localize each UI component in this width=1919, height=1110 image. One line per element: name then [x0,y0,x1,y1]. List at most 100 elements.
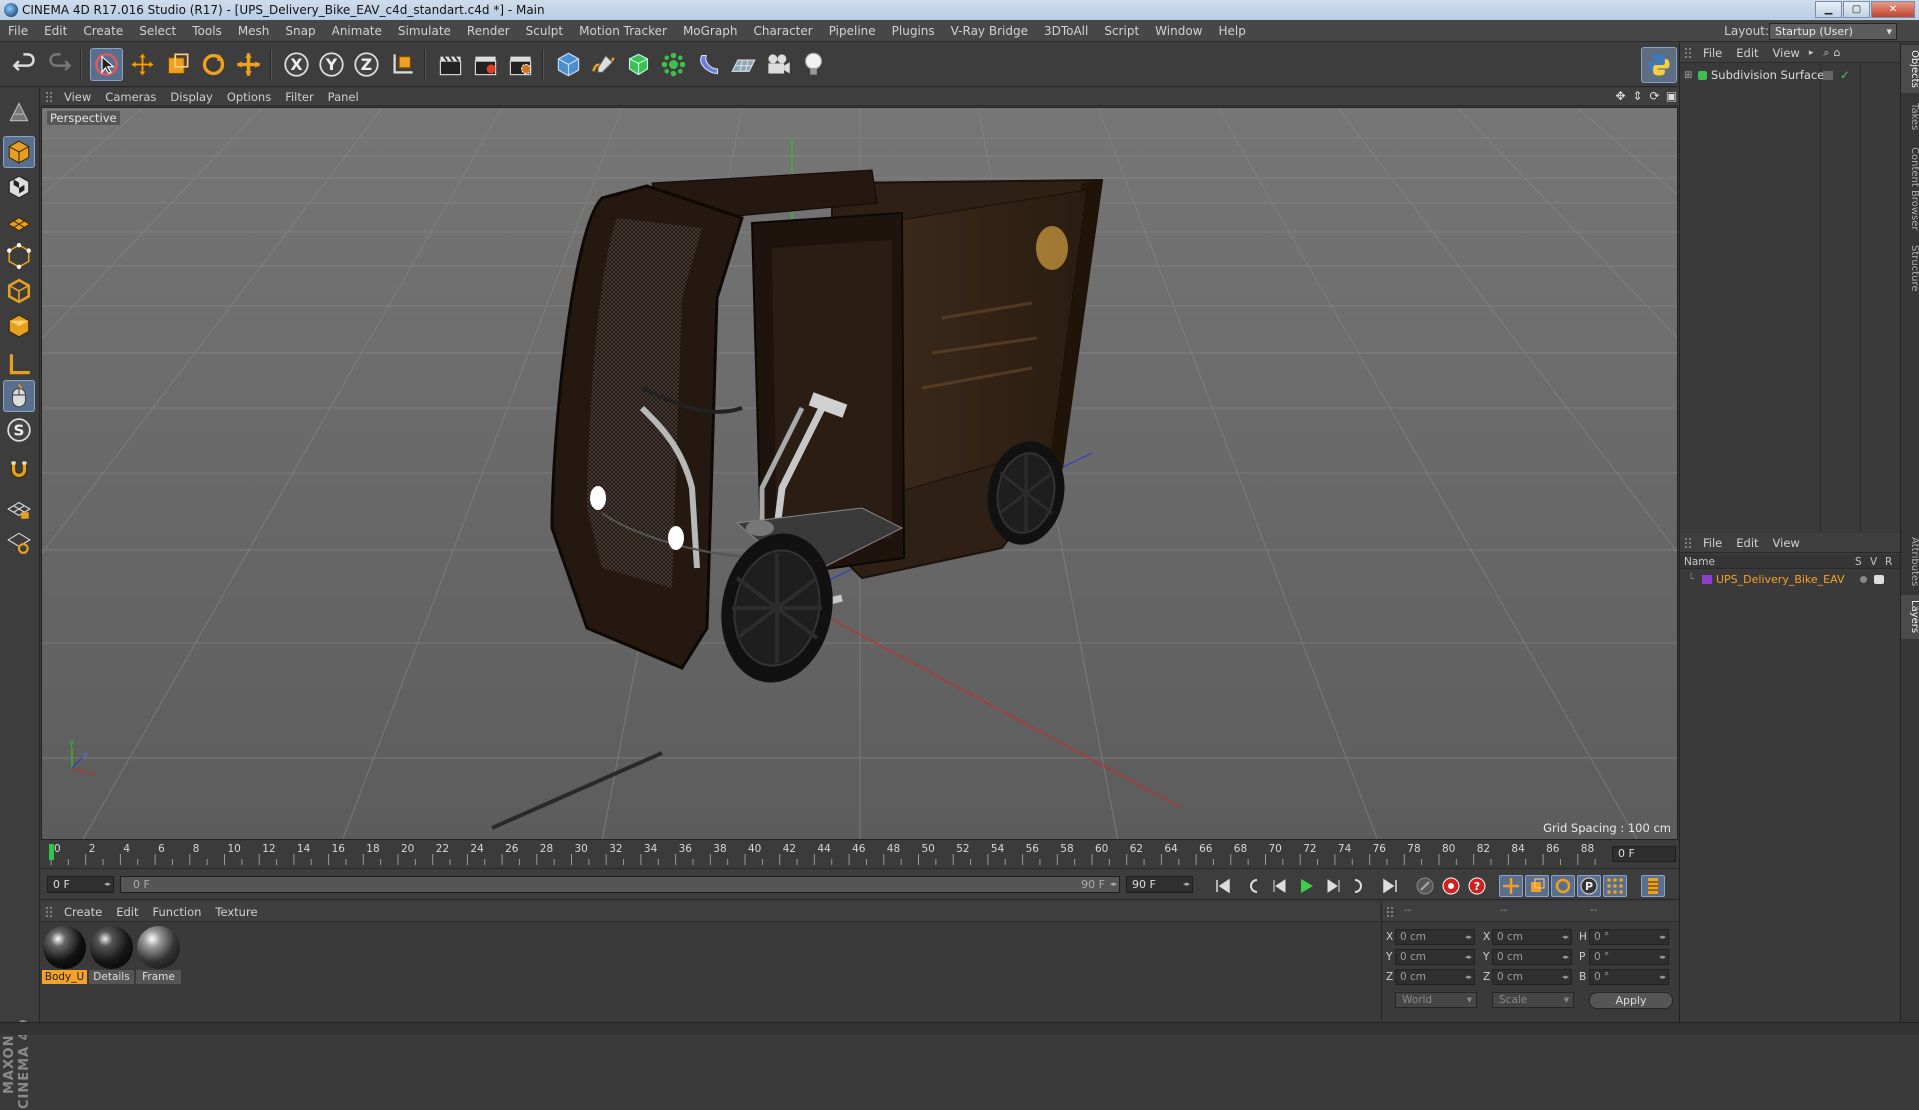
key-pla-button[interactable] [1603,875,1627,897]
x-axis-lock-button[interactable]: X [280,48,313,81]
timeline-window-button[interactable] [1641,875,1665,897]
menu-motion-tracker[interactable]: Motion Tracker [571,20,675,42]
pan-icon[interactable]: ✥ [1614,89,1627,103]
texture-mode-button[interactable] [3,171,35,203]
min-time-field[interactable]: 0 F [47,876,114,893]
object-menu-file[interactable]: File [1696,46,1729,60]
rotate-tool-button[interactable] [197,48,230,81]
tab-takes[interactable]: Takes [1901,97,1919,137]
coordinate-space-select[interactable]: World [1395,992,1477,1008]
tweak-mode-button[interactable] [3,380,35,412]
add-deformer-button[interactable] [692,48,725,81]
menu-mograph[interactable]: MoGraph [675,20,746,42]
layer-menu-file[interactable]: File [1696,536,1729,550]
goto-previous-key-button[interactable] [1241,875,1265,897]
viewport-menu-display[interactable]: Display [163,90,219,104]
redo-button[interactable] [43,48,76,81]
material-menu-texture[interactable]: Texture [208,905,264,919]
menu-snap[interactable]: Snap [277,20,323,42]
size-y-field[interactable]: 0 cm [1492,949,1572,965]
planar-workplane-button[interactable] [3,526,35,558]
keyframe-selection-button[interactable]: ? [1465,875,1489,897]
more-arrow-icon[interactable]: ▸ [1809,48,1814,58]
size-x-field[interactable]: 0 cm [1492,929,1572,945]
view-eye-icon[interactable] [1874,575,1884,584]
menu-simulate[interactable]: Simulate [390,20,459,42]
axis-mode-button[interactable] [3,348,35,380]
preview-range-slider[interactable]: 0 F 90 F [120,876,1120,893]
grip-handle[interactable] [45,90,53,103]
tab-layers[interactable]: Layers [1901,595,1919,639]
expand-icon[interactable]: ⊞ [1684,67,1692,84]
grip-handle[interactable] [45,905,53,918]
key-position-button[interactable] [1499,875,1523,897]
add-camera-button[interactable] [762,48,795,81]
dolly-icon[interactable]: ⇕ [1631,89,1644,103]
object-menu-edit[interactable]: Edit [1729,46,1765,60]
maximize-button[interactable]: ▢ [1843,1,1870,18]
pos-z-field[interactable]: 0 cm [1395,969,1475,985]
material-body-u[interactable]: Body_U [42,925,87,984]
z-axis-lock-button[interactable]: Z [350,48,383,81]
tab-content-browser[interactable]: Content Browser [1901,141,1919,237]
current-frame-field[interactable]: 0 F [1612,846,1676,862]
layout-select[interactable]: Startup (User) [1769,23,1897,40]
polygons-mode-button[interactable] [3,310,35,342]
visibility-dots-icon[interactable] [1823,71,1833,80]
add-array-button[interactable] [657,48,690,81]
model-mode-button[interactable] [3,136,35,168]
layer-row-ups-delivery-bike[interactable]: └ UPS_Delivery_Bike_EAV [1680,571,1901,588]
goto-previous-frame-button[interactable] [1268,875,1292,897]
menu-script[interactable]: Script [1096,20,1147,42]
lock-workplane-button[interactable] [3,493,35,525]
size-mode-select[interactable]: Scale [1492,992,1574,1008]
coordinate-system-button[interactable] [386,48,419,81]
max-time-field[interactable]: 90 F [1126,876,1193,893]
menu-animate[interactable]: Animate [324,20,390,42]
minimize-button[interactable]: ▁ [1815,1,1842,18]
menu-select[interactable]: Select [131,20,184,42]
render-view-button[interactable] [434,48,467,81]
solo-dot-icon[interactable] [1860,576,1867,583]
menu-tools[interactable]: Tools [184,20,230,42]
live-selection-button[interactable] [90,48,123,81]
viewport-menu-panel[interactable]: Panel [321,90,366,104]
playhead-marker[interactable] [49,844,54,860]
object-menu-view[interactable]: View [1766,46,1807,60]
add-generator-button[interactable] [622,48,655,81]
grip-handle[interactable] [1684,536,1692,549]
edges-mode-button[interactable] [3,275,35,307]
apply-button[interactable]: Apply [1589,992,1673,1009]
timeline-ruler[interactable]: 0 2 4 6 8 10 12 14 16 18 20 22 24 26 28 30 32 34 36 38 40 42 4… [41,841,1678,869]
rot-h-field[interactable]: 0 ° [1589,929,1669,945]
key-scale-button[interactable] [1525,875,1549,897]
menu-character[interactable]: Character [745,20,820,42]
pos-y-field[interactable]: 0 cm [1395,949,1475,965]
menu-window[interactable]: Window [1147,20,1210,42]
y-axis-lock-button[interactable]: Y [315,48,348,81]
add-spline-button[interactable] [587,48,620,81]
play-forwards-button[interactable] [1294,875,1318,897]
material-menu-edit[interactable]: Edit [109,905,145,919]
autokeying-button[interactable] [1439,875,1463,897]
key-parameter-button[interactable]: P [1577,875,1601,897]
material-menu-create[interactable]: Create [57,905,109,919]
home-icon[interactable]: ⌂ [1834,46,1841,59]
tab-objects[interactable]: Objects [1901,45,1919,93]
make-editable-button[interactable] [3,96,35,128]
menu-mesh[interactable]: Mesh [230,20,278,42]
orbit-icon[interactable]: ⟳ [1648,89,1661,103]
workplane-mode-button[interactable] [3,206,35,238]
size-z-field[interactable]: 0 cm [1492,969,1572,985]
render-to-picture-viewer-button[interactable] [469,48,502,81]
add-light-button[interactable] [797,48,830,81]
recent-tools-button[interactable] [232,48,265,81]
grip-handle[interactable] [1386,906,1394,918]
goto-start-button[interactable] [1211,875,1235,897]
move-tool-button[interactable] [126,48,159,81]
close-button[interactable]: ✕ [1871,1,1915,18]
object-row-subdivision-surface[interactable]: ⊞ Subdivision Surface ✓ [1680,67,1901,84]
snapping-button[interactable]: S [3,414,35,446]
grip-handle[interactable] [1684,46,1692,59]
toggle-view-icon[interactable]: ▣ [1665,89,1678,103]
